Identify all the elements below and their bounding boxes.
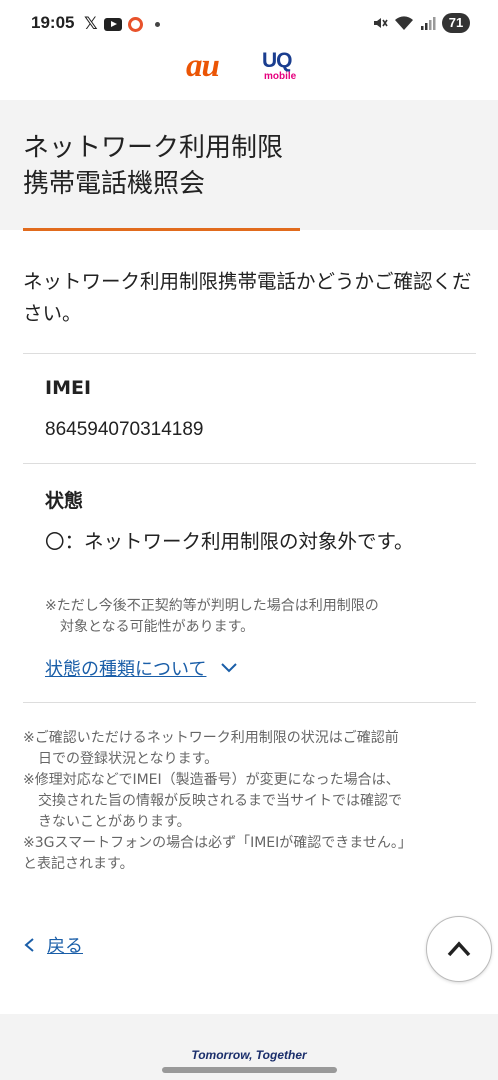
- chevron-left-icon: [24, 938, 34, 952]
- footer-tagline: Tomorrow, Together: [191, 1048, 307, 1062]
- page-title-line2: 携帯電話機照会: [23, 169, 206, 199]
- uq-logo-sub: mobile: [264, 71, 297, 82]
- youtube-icon: [103, 17, 122, 31]
- footer-note-2-first: ※修理対応などでIMEI（製造番号）が変更になった場合は、: [23, 772, 400, 788]
- imei-label: IMEI: [45, 377, 92, 399]
- back-link[interactable]: 戻る: [23, 932, 83, 958]
- brand-header: au UQ mobile: [0, 48, 498, 100]
- status-label: 状態: [45, 490, 84, 512]
- status-types-link[interactable]: 状態の種類について: [45, 655, 238, 681]
- status-left-icons: 𝕏: [84, 14, 160, 34]
- wifi-icon: [395, 16, 413, 30]
- footer-note-3-first: ※3Gスマートフォンの場合は必ず「IMEIが確認できません。」: [23, 835, 412, 851]
- footer-note-2: ※修理対応などでIMEI（製造番号）が変更になった場合は、 交換された旨の情報が…: [23, 770, 483, 833]
- footer-note-2-rest-2: きないことがあります。: [38, 814, 191, 830]
- page-title: ネットワーク利用制限 携帯電話機照会: [23, 130, 283, 202]
- back-label: 戻る: [47, 936, 83, 957]
- footer-note-1-first: ※ご確認いただけるネットワーク利用制限の状況はご確認前: [23, 730, 399, 746]
- imei-value: 864594070314189: [45, 419, 204, 440]
- status-bar: 19:05 𝕏 71: [0, 0, 498, 50]
- uq-mobile-logo: UQ mobile: [262, 50, 306, 82]
- page-title-line1: ネットワーク利用制限: [23, 133, 284, 163]
- gesture-nav-bar[interactable]: [162, 1067, 337, 1073]
- status-time: 19:05: [31, 13, 75, 32]
- status-note-line1: ※ただし今後不正契約等が判明した場合は利用制限の: [45, 598, 379, 614]
- divider-top: [23, 353, 476, 354]
- x-app-icon: 𝕏: [84, 14, 98, 34]
- footer-notes: ※ご確認いただけるネットワーク利用制限の状況はご確認前 日での登録状況となります…: [23, 728, 483, 875]
- divider-bottom: [23, 702, 476, 703]
- uq-logo-text: UQ: [262, 49, 293, 72]
- record-ring-icon: [127, 16, 143, 32]
- au-logo: au: [186, 48, 220, 84]
- signal-icon: [421, 17, 436, 30]
- status-result: 〇：ネットワーク利用制限の対象外です。: [45, 530, 414, 553]
- footer-note-1: ※ご確認いただけるネットワーク利用制限の状況はご確認前 日での登録状況となります…: [23, 728, 483, 770]
- divider-middle: [23, 463, 476, 464]
- scroll-top-button[interactable]: [426, 916, 492, 982]
- status-note: ※ただし今後不正契約等が判明した場合は利用制限の 対象となる可能性があります。: [45, 596, 465, 638]
- battery-icon: 71: [442, 13, 470, 33]
- page: 19:05 𝕏 71 au UQ mobile ネットワーク利用制限 携帯電話機…: [0, 0, 498, 1080]
- status-types-link-label: 状態の種類について: [45, 659, 207, 680]
- status-right-icons: 71: [372, 13, 470, 33]
- footer-note-1-rest: 日での登録状況となります。: [38, 751, 219, 767]
- footer-note-2-rest-1: 交換された旨の情報が反映されるまで当サイトでは確認で: [38, 793, 402, 809]
- footer-note-3: ※3Gスマートフォンの場合は必ず「IMEIが確認できません。」 と表記されます。: [23, 833, 483, 875]
- notification-dot-icon: [154, 21, 160, 27]
- footer-note-3-rest: と表記されます。: [23, 856, 134, 872]
- chevron-down-icon: [221, 663, 238, 673]
- intro-text: ネットワーク利用制限携帯電話かどうかご確認ください。: [23, 270, 472, 325]
- status-note-line2: 対象となる可能性があります。: [60, 619, 255, 635]
- chevron-up-icon: [447, 941, 471, 957]
- title-band: ネットワーク利用制限 携帯電話機照会: [0, 100, 498, 230]
- mute-icon: [374, 18, 388, 28]
- title-underline: [23, 228, 300, 231]
